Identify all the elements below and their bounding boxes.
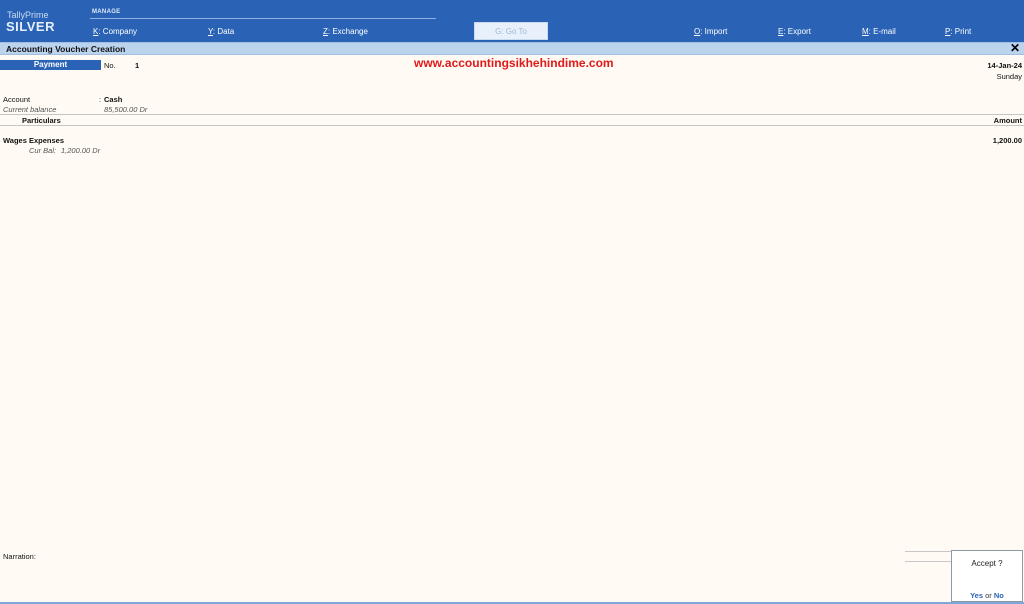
voucher-date[interactable]: 14-Jan-24	[987, 61, 1022, 70]
voucher-day: Sunday	[996, 72, 1022, 81]
manage-section-label: MANAGE	[92, 9, 121, 15]
export-menu-button[interactable]: E: Export	[778, 27, 811, 36]
top-menu-bar: TallyPrime SILVER MANAGE K: Company Y: D…	[0, 0, 1024, 42]
voucher-type-badge[interactable]: Payment	[0, 60, 101, 70]
accept-yes-button[interactable]: Yes	[970, 591, 983, 600]
accept-dialog: Accept ? Yes or No	[951, 550, 1023, 602]
narration-label: Narration:	[3, 552, 36, 561]
accept-no-button[interactable]: No	[994, 591, 1004, 600]
row-amount[interactable]: 1,200.00	[993, 136, 1022, 145]
goto-button[interactable]: G: Go To	[474, 22, 548, 40]
window-title: Accounting Voucher Creation	[6, 44, 126, 54]
current-balance-label: Current balance	[3, 105, 57, 114]
account-label: Account	[3, 95, 31, 104]
particulars-column-header: Particulars	[22, 116, 61, 125]
print-menu-button[interactable]: P: Print	[945, 27, 971, 36]
total-line-bottom	[905, 561, 951, 562]
email-menu-button[interactable]: M: E-mail	[862, 27, 896, 36]
amount-column-header: Amount	[993, 116, 1022, 125]
cur-bal-value: 1,200.00 Dr	[61, 146, 101, 155]
brand-edition: SILVER	[6, 19, 55, 34]
manage-divider	[90, 18, 436, 19]
accept-question: Accept ?	[971, 559, 1003, 568]
account-colon: :	[99, 95, 102, 104]
total-line-top	[905, 551, 951, 552]
account-value[interactable]: Cash	[104, 95, 122, 104]
accept-or-text: or	[985, 591, 992, 600]
accept-options: Yes or No	[952, 591, 1022, 600]
table-header-top-line	[0, 114, 1024, 115]
voucher-no-value[interactable]: 1	[135, 61, 139, 70]
exchange-menu-button[interactable]: Z: Exchange	[323, 27, 368, 36]
table-header-bottom-line	[0, 125, 1024, 126]
watermark-text: www.accountingsikhehindime.com	[414, 56, 614, 70]
current-balance-value: 85,500.00 Dr	[104, 105, 148, 114]
window-title-bar: Accounting Voucher Creation ✕	[0, 41, 1024, 55]
import-menu-button[interactable]: O: Import	[694, 27, 727, 36]
close-icon[interactable]: ✕	[1010, 41, 1020, 55]
ledger-name[interactable]: Wages Expenses	[3, 136, 64, 145]
data-menu-button[interactable]: Y: Data	[208, 27, 234, 36]
company-menu-button[interactable]: K: Company	[93, 27, 137, 36]
cur-bal-label: Cur Bal:	[29, 146, 57, 155]
voucher-no-label: No.	[104, 61, 116, 70]
